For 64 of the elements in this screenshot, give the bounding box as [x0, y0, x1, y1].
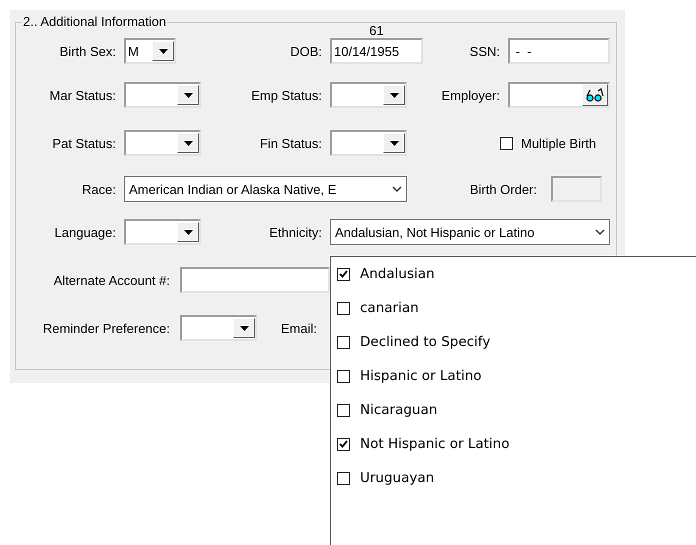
field-label: Pat Status:: [51, 136, 116, 150]
dropdown-button[interactable]: [383, 85, 405, 105]
pat-status-dropdown[interactable]: [124, 130, 201, 156]
option-checkbox[interactable]: [337, 404, 350, 416]
chevron-down-icon: [392, 186, 402, 192]
down-triangle-icon: [390, 92, 398, 98]
mar-status-dropdown[interactable]: [124, 82, 201, 108]
option-checkbox[interactable]: [337, 302, 350, 314]
option-checkbox[interactable]: [337, 472, 350, 484]
down-triangle-icon: [158, 48, 168, 54]
down-triangle-icon: [390, 140, 398, 146]
dropdown-button[interactable]: [152, 41, 174, 61]
birth-sex-dropdown[interactable]: M: [124, 38, 176, 64]
field-label: SSN:: [468, 44, 500, 58]
emp-status-dropdown[interactable]: [330, 82, 407, 108]
down-triangle-icon: [240, 326, 248, 330]
dropdown-option[interactable]: Andalusian: [331, 257, 696, 291]
fin-status-dropdown[interactable]: [330, 130, 407, 156]
option-checkbox[interactable]: [337, 336, 350, 348]
ethnicity-dropdown[interactable]: Andalusian, Not Hispanic or Latino: [330, 219, 610, 245]
field-label: Employer:: [440, 88, 500, 102]
down-triangle-icon: [184, 92, 192, 98]
field-label: Email:: [280, 320, 317, 336]
down-triangle-icon: [184, 230, 192, 234]
dropdown-button[interactable]: [383, 133, 405, 153]
field-label: Birth Sex:: [58, 44, 116, 58]
dropdown-option[interactable]: Uruguayan: [331, 461, 696, 495]
field-label: Alternate Account #:: [52, 272, 170, 288]
option-checkbox[interactable]: [337, 268, 350, 280]
glasses-icon: [585, 88, 605, 102]
race-dropdown[interactable]: American Indian or Alaska Native, E: [124, 176, 407, 202]
dropdown-button[interactable]: [177, 85, 199, 105]
age-text: 61: [368, 24, 385, 38]
dropdown-button[interactable]: [177, 222, 199, 242]
option-checkbox[interactable]: [337, 370, 350, 382]
field-label: Language:: [54, 224, 116, 240]
field-label: Reminder Preference:: [42, 320, 170, 336]
field-label: Fin Status:: [258, 136, 322, 150]
employer-field[interactable]: [508, 82, 610, 108]
option-checkbox[interactable]: [337, 438, 350, 450]
birth-order-field[interactable]: [551, 176, 602, 202]
field-label: DOB:: [289, 44, 322, 58]
field-label: Race:: [81, 182, 116, 196]
dropdown-option[interactable]: Nicaraguan: [331, 393, 696, 427]
language-dropdown[interactable]: [124, 219, 201, 245]
dropdown-option[interactable]: Hispanic or Latino: [331, 359, 696, 393]
field-label: Birth Order:: [468, 182, 537, 196]
dropdown-option[interactable]: canarian: [331, 291, 696, 325]
dob-field[interactable]: 10/14/1955: [330, 38, 423, 64]
dropdown-button[interactable]: [233, 318, 255, 338]
field-label: Mar Status:: [48, 88, 116, 102]
dropdown-option[interactable]: Not Hispanic or Latino: [331, 427, 696, 461]
dropdown-button[interactable]: [177, 133, 199, 153]
dropdown-option[interactable]: Declined to Specify: [331, 325, 696, 359]
ssn-field[interactable]: - -: [508, 38, 610, 64]
checkbox-label: Multiple Birth: [521, 136, 596, 150]
field-label: Emp Status:: [250, 88, 322, 102]
down-triangle-icon: [184, 140, 192, 146]
reminder-preference-dropdown[interactable]: [180, 315, 257, 341]
chevron-down-icon: [595, 229, 605, 235]
multiple-birth-checkbox[interactable]: [500, 136, 513, 150]
alternate-account-field[interactable]: [180, 267, 330, 293]
field-label: Ethnicity:: [268, 224, 322, 240]
lookup-button[interactable]: [582, 84, 608, 106]
